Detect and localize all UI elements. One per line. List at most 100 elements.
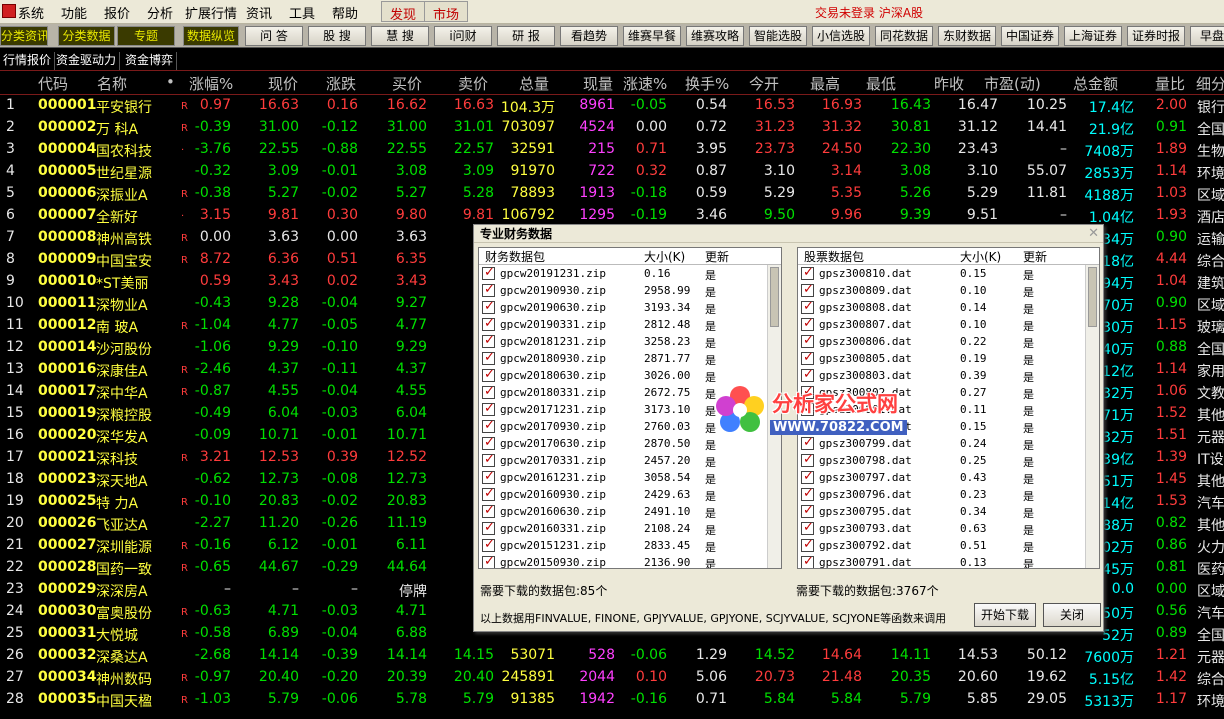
list-scrollbar[interactable] <box>1085 265 1099 568</box>
list-column-header[interactable]: 更新 <box>705 248 729 265</box>
list-item[interactable]: gpsz300805.dat 0.19 是 <box>798 350 1099 368</box>
package-checkbox[interactable] <box>482 554 495 568</box>
package-checkbox[interactable] <box>801 469 814 484</box>
list-item[interactable]: gpsz300793.dat 0.63 是 <box>798 520 1099 538</box>
sub-tab-0[interactable]: 行情报价 <box>0 52 56 70</box>
list-item[interactable]: gpsz300807.dat 0.10 是 <box>798 316 1099 334</box>
close-button[interactable]: 关闭 <box>1043 603 1101 627</box>
menu-item-help[interactable]: 帮助 <box>332 3 358 22</box>
package-checkbox[interactable] <box>801 282 814 297</box>
toolbar-button-10[interactable]: 维赛早餐 <box>623 26 681 46</box>
package-checkbox[interactable] <box>801 554 814 568</box>
toolbar-button-8[interactable]: 研 报 <box>497 26 555 46</box>
column-header[interactable]: 换手% <box>685 73 729 94</box>
column-header[interactable]: 总金额 <box>1073 73 1118 94</box>
list-item[interactable]: gpsz300806.dat 0.22 是 <box>798 333 1099 351</box>
list-item[interactable]: gpcw20190930.zip 2958.99 是 <box>479 282 781 300</box>
dialog-close-icon[interactable]: ✕ <box>1088 226 1099 241</box>
table-row[interactable]: 2 000002 万 科A -0.39 31.00 -0.12 31.00 31.01 7030… <box>0 117 1224 139</box>
list-item[interactable]: gpcw20161231.zip 3058.54 是 <box>479 469 781 487</box>
column-header[interactable]: 总量 <box>519 73 549 94</box>
table-row[interactable]: 28 000035 中国天楹 -1.03 5.79 -0.06 5.78 5.79 91385 1… <box>0 689 1224 711</box>
toolbar-button-15[interactable]: 东财数据 <box>938 26 996 46</box>
market-button[interactable]: 市场 <box>424 1 469 23</box>
column-header[interactable]: 名称 <box>97 73 127 94</box>
menu-item-analysis[interactable]: 分析 <box>147 3 173 22</box>
list-item[interactable]: gpsz300791.dat 0.13 是 <box>798 554 1099 568</box>
scrollbar-thumb[interactable] <box>1088 267 1097 327</box>
column-header[interactable]: 量比 <box>1155 73 1185 94</box>
package-checkbox[interactable] <box>482 333 495 348</box>
column-header[interactable]: 代码 <box>38 73 68 94</box>
column-header[interactable]: 今开 <box>749 73 779 94</box>
list-item[interactable]: gpcw20160331.zip 2108.24 是 <box>479 520 781 538</box>
package-checkbox[interactable] <box>482 418 495 433</box>
package-checkbox[interactable] <box>482 282 495 297</box>
list-item[interactable]: gpsz300810.dat 0.15 是 <box>798 265 1099 283</box>
toolbar-button-1[interactable]: 分类数据 <box>58 26 115 46</box>
column-header[interactable]: 现量 <box>583 73 613 94</box>
list-item[interactable]: gpcw20170331.zip 2457.20 是 <box>479 452 781 470</box>
toolbar-button-9[interactable]: 看趋势 <box>560 26 618 46</box>
menu-item-news[interactable]: 资讯 <box>246 3 272 22</box>
toolbar-button-11[interactable]: 维赛攻略 <box>686 26 744 46</box>
package-checkbox[interactable] <box>482 486 495 501</box>
list-column-header[interactable]: 大小(K) <box>644 248 685 265</box>
list-item[interactable]: gpcw20181231.zip 3258.23 是 <box>479 333 781 351</box>
package-checkbox[interactable] <box>482 452 495 467</box>
package-checkbox[interactable] <box>482 350 495 365</box>
column-header[interactable]: 最高 <box>810 73 840 94</box>
package-checkbox[interactable] <box>801 503 814 518</box>
package-checkbox[interactable] <box>482 384 495 399</box>
column-header[interactable]: 买价 <box>392 73 422 94</box>
toolbar-button-5[interactable]: 股 搜 <box>308 26 366 46</box>
column-header[interactable]: 细分 <box>1196 73 1224 94</box>
list-item[interactable]: gpsz300798.dat 0.25 是 <box>798 452 1099 470</box>
menu-item-quote[interactable]: 报价 <box>104 3 130 22</box>
toolbar-button-0[interactable]: 分类资讯 <box>0 26 48 46</box>
column-header[interactable]: • <box>166 73 175 91</box>
package-checkbox[interactable] <box>801 486 814 501</box>
package-checkbox[interactable] <box>801 452 814 467</box>
toolbar-button-7[interactable]: i问财 <box>434 26 492 46</box>
toolbar-button-12[interactable]: 智能选股 <box>749 26 807 46</box>
sub-tab-1[interactable]: 资金驱动力 <box>53 52 121 70</box>
list-item[interactable]: gpsz300797.dat 0.43 是 <box>798 469 1099 487</box>
package-checkbox[interactable] <box>801 265 814 280</box>
column-header[interactable]: 涨跌 <box>326 73 356 94</box>
package-checkbox[interactable] <box>482 537 495 552</box>
list-item[interactable]: gpcw20190630.zip 3193.34 是 <box>479 299 781 317</box>
package-checkbox[interactable] <box>482 401 495 416</box>
column-header[interactable]: 卖价 <box>458 73 488 94</box>
scrollbar-thumb[interactable] <box>770 267 779 327</box>
package-checkbox[interactable] <box>482 316 495 331</box>
list-item[interactable]: gpcw20191231.zip 0.16 是 <box>479 265 781 283</box>
package-checkbox[interactable] <box>801 316 814 331</box>
list-column-header[interactable]: 股票数据包 <box>804 248 864 265</box>
package-checkbox[interactable] <box>801 367 814 382</box>
list-item[interactable]: gpcw20160930.zip 2429.63 是 <box>479 486 781 504</box>
toolbar-button-14[interactable]: 同花数据 <box>875 26 933 46</box>
package-checkbox[interactable] <box>482 367 495 382</box>
toolbar-button-16[interactable]: 中国证券 <box>1001 26 1059 46</box>
toolbar-button-19[interactable]: 早盘 <box>1190 26 1224 46</box>
column-header[interactable]: 涨速% <box>623 73 667 94</box>
package-checkbox[interactable] <box>482 435 495 450</box>
package-checkbox[interactable] <box>482 520 495 535</box>
list-item[interactable]: gpcw20160630.zip 2491.10 是 <box>479 503 781 521</box>
discover-button[interactable]: 发现 <box>381 1 426 23</box>
toolbar-button-6[interactable]: 慧 搜 <box>371 26 429 46</box>
column-header[interactable]: 现价 <box>268 73 298 94</box>
list-item[interactable]: gpsz300796.dat 0.23 是 <box>798 486 1099 504</box>
package-checkbox[interactable] <box>801 520 814 535</box>
table-row[interactable]: 5 000006 深振业A -0.38 5.27 -0.02 5.27 5.28 78893 19… <box>0 183 1224 205</box>
list-item[interactable]: gpcw20180930.zip 2871.77 是 <box>479 350 781 368</box>
column-header[interactable]: 市盈(动) <box>984 73 1041 94</box>
list-item[interactable]: gpcw20150930.zip 2136.90 是 <box>479 554 781 568</box>
sub-tab-2[interactable]: 资金博弈 <box>122 52 178 70</box>
list-column-header[interactable]: 财务数据包 <box>485 248 545 265</box>
package-checkbox[interactable] <box>801 350 814 365</box>
toolbar-button-13[interactable]: 小信选股 <box>812 26 870 46</box>
table-row[interactable]: 3 000004 国农科技 -3.76 22.55 -0.88 22.55 22.57 3259… <box>0 139 1224 161</box>
toolbar-button-17[interactable]: 上海证券 <box>1064 26 1122 46</box>
